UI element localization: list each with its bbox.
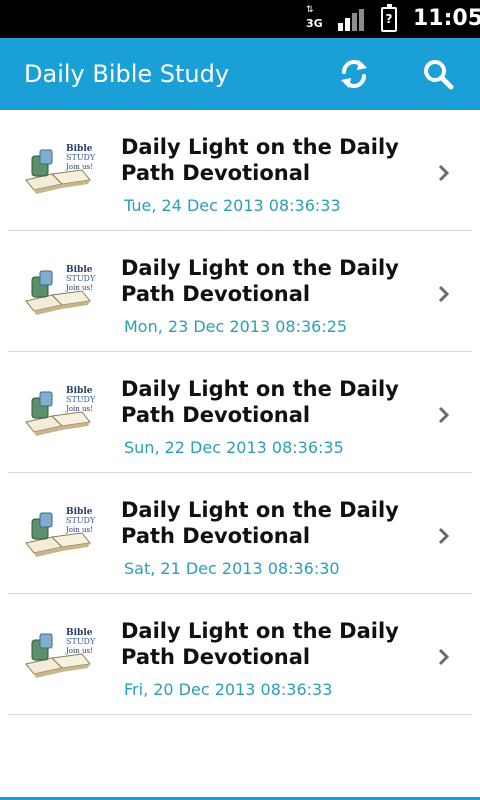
thumb-text-study: STUDY xyxy=(66,516,96,525)
bible-study-thumbnail: Bible STUDY Join us! xyxy=(22,261,98,319)
chevron-right-icon xyxy=(438,648,450,666)
chevron-right-icon xyxy=(438,527,450,545)
devotional-list: Bible STUDY Join us! Daily Light on the … xyxy=(0,110,480,715)
item-title: Daily Light on the Daily Path Devotional xyxy=(121,498,399,548)
status-clock: 11:05 xyxy=(413,6,480,31)
action-bar: Daily Bible Study xyxy=(0,38,480,110)
search-button[interactable] xyxy=(402,38,474,110)
item-title: Daily Light on the Daily Path Devotional xyxy=(121,256,399,306)
list-item[interactable]: Bible STUDY Join us! Daily Light on the … xyxy=(8,352,472,473)
item-date: Mon, 23 Dec 2013 08:36:25 xyxy=(124,317,348,336)
list-item[interactable]: Bible STUDY Join us! Daily Light on the … xyxy=(8,473,472,594)
thumb-text-join: Join us! xyxy=(65,163,93,171)
thumb-text-join: Join us! xyxy=(65,647,93,655)
network-3g-icon: ⇅ 3G xyxy=(306,5,323,30)
bible-study-thumbnail: Bible STUDY Join us! xyxy=(22,503,98,561)
item-date: Sun, 22 Dec 2013 08:36:35 xyxy=(124,438,344,457)
chevron-right-icon xyxy=(438,406,450,424)
thumb-text-study: STUDY xyxy=(66,395,96,404)
thumb-text-join: Join us! xyxy=(65,526,93,534)
bible-study-thumbnail: Bible STUDY Join us! xyxy=(22,624,98,682)
chevron-right-icon xyxy=(438,164,450,182)
chevron-right-icon xyxy=(438,285,450,303)
refresh-button[interactable] xyxy=(318,38,390,110)
thumb-text-study: STUDY xyxy=(66,637,96,646)
bible-study-thumbnail: Bible STUDY Join us! xyxy=(22,382,98,440)
network-type: 3G xyxy=(306,17,323,30)
item-title: Daily Light on the Daily Path Devotional xyxy=(121,135,399,185)
signal-strength-icon xyxy=(338,9,364,31)
item-date: Fri, 20 Dec 2013 08:36:33 xyxy=(124,680,333,699)
refresh-icon xyxy=(341,60,367,88)
bible-study-thumbnail: Bible STUDY Join us! xyxy=(22,140,98,198)
thumb-text-study: STUDY xyxy=(66,153,96,162)
item-title: Daily Light on the Daily Path Devotional xyxy=(121,619,399,669)
status-bar: ⇅ 3G ? 11:05 xyxy=(0,0,480,38)
list-item[interactable]: Bible STUDY Join us! Daily Light on the … xyxy=(8,594,472,715)
list-item[interactable]: Bible STUDY Join us! Daily Light on the … xyxy=(8,231,472,352)
battery-icon: ? xyxy=(381,4,397,32)
thumb-text-join: Join us! xyxy=(65,405,93,413)
thumb-text-study: STUDY xyxy=(66,274,96,283)
battery-unknown-label: ? xyxy=(385,12,393,26)
item-date: Sat, 21 Dec 2013 08:36:30 xyxy=(124,559,340,578)
list-item[interactable]: Bible STUDY Join us! Daily Light on the … xyxy=(8,110,472,231)
item-title: Daily Light on the Daily Path Devotional xyxy=(121,377,399,427)
search-icon xyxy=(424,60,454,90)
thumb-text-join: Join us! xyxy=(65,284,93,292)
app-title: Daily Bible Study xyxy=(24,60,230,88)
item-date: Tue, 24 Dec 2013 08:36:33 xyxy=(124,196,341,215)
